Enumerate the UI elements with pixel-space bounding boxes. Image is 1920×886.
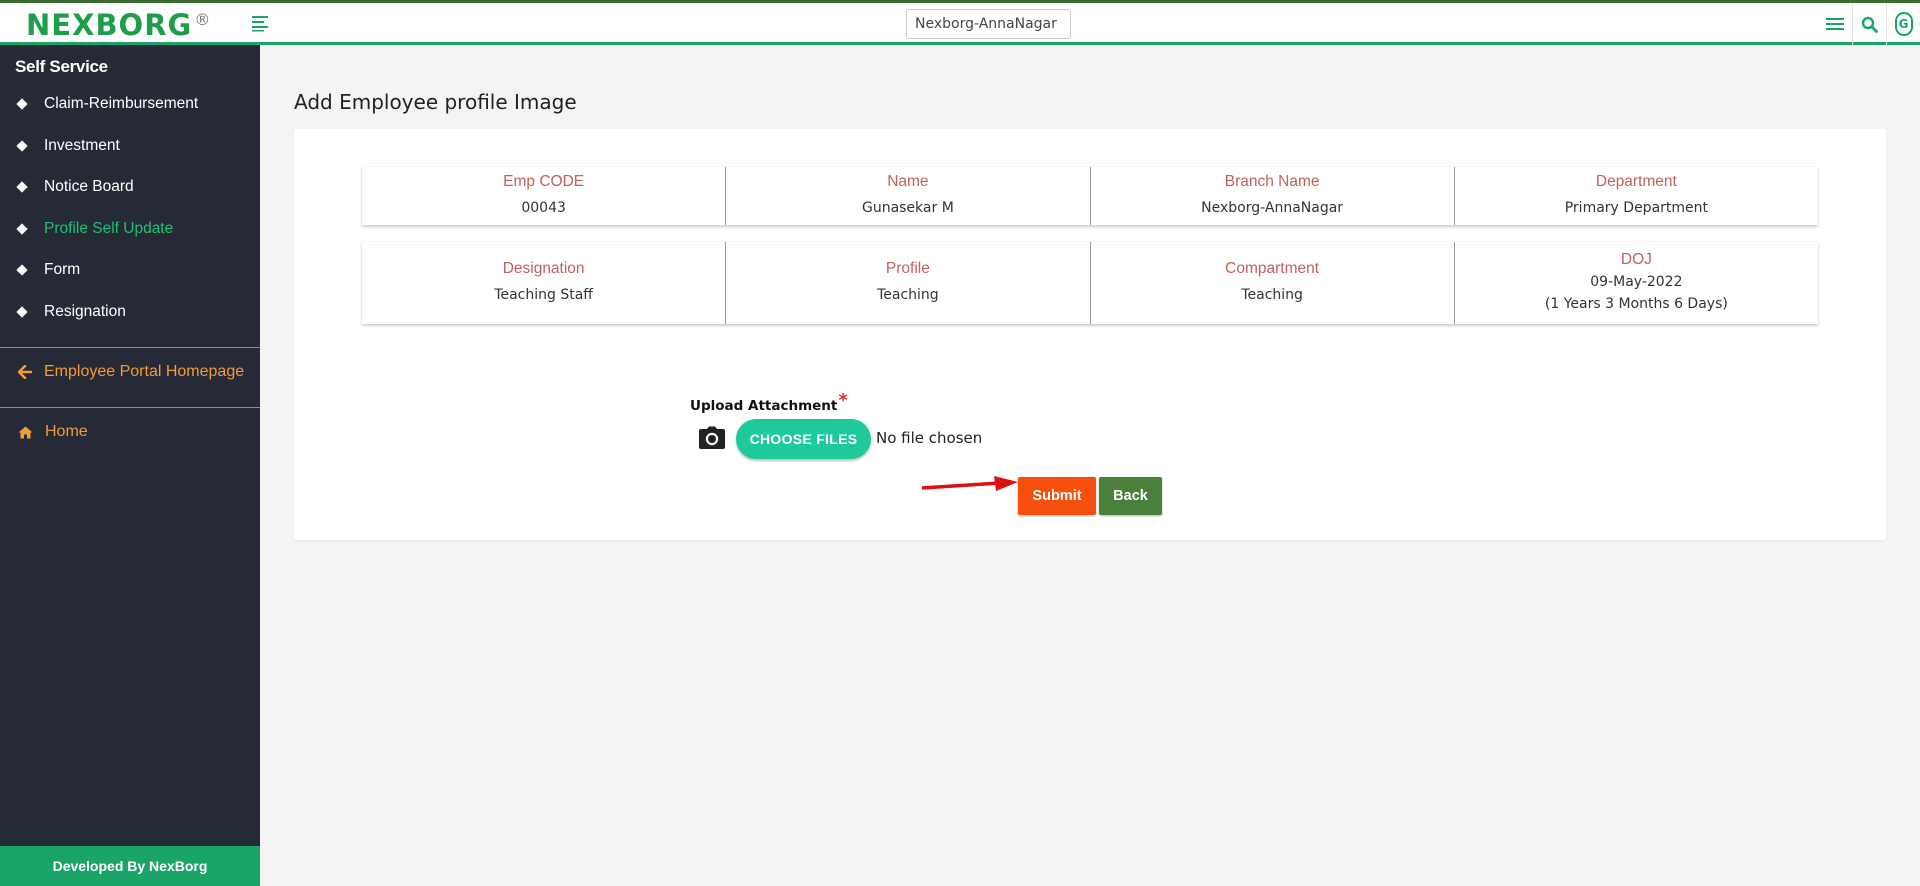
info-label: Department (1595, 173, 1677, 190)
info-label: DOJ (1620, 251, 1652, 268)
info-value: Teaching (1241, 287, 1303, 303)
doj-duration: (1 Years 3 Months 6 Days) (1544, 296, 1728, 312)
file-status-text: No file chosen (876, 429, 983, 447)
sidebar-heading: Self Service (15, 57, 108, 76)
user-avatar-icon[interactable]: G (1886, 3, 1920, 45)
diamond-bullet-icon (16, 181, 28, 193)
branch-selector[interactable] (906, 9, 1071, 39)
upload-attachment-label: Upload Attachment* (690, 390, 848, 415)
sidebar-item-label: Profile Self Update (44, 220, 174, 237)
submit-button[interactable]: Submit (1018, 477, 1096, 515)
home-link[interactable]: Home (18, 423, 88, 441)
arrow-left-icon (18, 365, 32, 379)
info-value: Teaching Staff (494, 287, 593, 303)
user-initial: G (1894, 12, 1913, 36)
diamond-bullet-icon (16, 140, 28, 152)
sidebar-item-label: Investment (44, 137, 120, 154)
diamond-bullet-icon (16, 264, 28, 276)
nexborg-logo[interactable]: NEXBORG ® (26, 8, 211, 42)
info-value: 00043 (521, 200, 566, 216)
portal-link-label: Employee Portal Homepage (44, 363, 245, 380)
sidebar-footer: Developed By NexBorg (0, 846, 260, 886)
sidebar-item-form[interactable]: Form (15, 255, 80, 285)
info-value: Primary Department (1564, 200, 1709, 216)
info-label: Designation (502, 260, 585, 277)
employee-info-row-1: Emp CODE 00043 Name Gunasekar M Branch N… (362, 167, 1818, 225)
menu-icon[interactable] (1818, 3, 1852, 45)
diamond-bullet-icon (16, 306, 28, 318)
sidebar-item-label: Form (44, 261, 81, 278)
back-button[interactable]: Back (1099, 477, 1162, 515)
info-cell-name: Name Gunasekar M (725, 167, 1089, 225)
info-cell-branch-name: Branch Name Nexborg-AnnaNagar (1089, 167, 1454, 225)
sidebar-item-label: Notice Board (44, 178, 134, 195)
required-mark: * (838, 390, 848, 411)
top-bar: NEXBORG® G (0, 0, 1920, 45)
diamond-bullet-icon (16, 223, 28, 235)
info-value: Gunasekar M (861, 200, 954, 216)
info-label: Profile (885, 260, 930, 277)
employee-portal-homepage-link[interactable]: Employee Portal Homepage (18, 363, 244, 381)
sidebar: Self Service Claim-Reimbursement Investm… (0, 45, 260, 886)
sidebar-divider (0, 347, 260, 348)
info-cell-compartment: Compartment Teaching (1089, 242, 1454, 324)
info-cell-doj: DOJ 09-May-2022 (1 Years 3 Months 6 Days… (1453, 242, 1818, 324)
red-arrow-annotation-icon (921, 476, 1018, 491)
employee-info-row-2: Designation Teaching Staff Profile Teach… (362, 242, 1818, 324)
top-actions: G (1818, 3, 1920, 45)
info-label: Name (887, 173, 929, 190)
diamond-bullet-icon (16, 98, 28, 110)
info-value: 09-May-2022 (1590, 274, 1683, 290)
info-value: Teaching (877, 287, 939, 303)
info-cell-profile: Profile Teaching (725, 242, 1089, 324)
home-icon (18, 426, 33, 438)
sidebar-item-profile-self-update[interactable]: Profile Self Update (15, 214, 173, 244)
info-cell-department: Department Primary Department (1453, 167, 1818, 225)
home-link-label: Home (45, 423, 88, 440)
info-cell-emp-code: Emp CODE 00043 (362, 167, 725, 225)
sidebar-item-label: Resignation (44, 303, 126, 320)
sidebar-item-label: Claim-Reimbursement (44, 95, 199, 112)
info-cell-designation: Designation Teaching Staff (362, 242, 725, 324)
camera-icon[interactable] (698, 426, 726, 455)
sidebar-item-investment[interactable]: Investment (15, 131, 120, 161)
profile-image-card: Emp CODE 00043 Name Gunasekar M Branch N… (294, 129, 1886, 540)
upload-label-text: Upload Attachment (690, 398, 838, 414)
search-icon[interactable] (1852, 3, 1886, 45)
choose-files-button[interactable]: CHOOSE FILES (736, 419, 871, 459)
sidebar-toggle-icon[interactable] (250, 13, 272, 33)
sidebar-divider (0, 407, 260, 408)
sidebar-item-resignation[interactable]: Resignation (15, 297, 126, 327)
info-label: Emp CODE (503, 173, 585, 190)
sidebar-item-notice-board[interactable]: Notice Board (15, 172, 134, 202)
info-value: Nexborg-AnnaNagar (1201, 200, 1344, 216)
sidebar-item-claim-reimbursement[interactable]: Claim-Reimbursement (15, 89, 198, 119)
page-title: Add Employee profile Image (294, 90, 577, 114)
info-label: Compartment (1225, 260, 1320, 277)
info-label: Branch Name (1224, 173, 1320, 190)
